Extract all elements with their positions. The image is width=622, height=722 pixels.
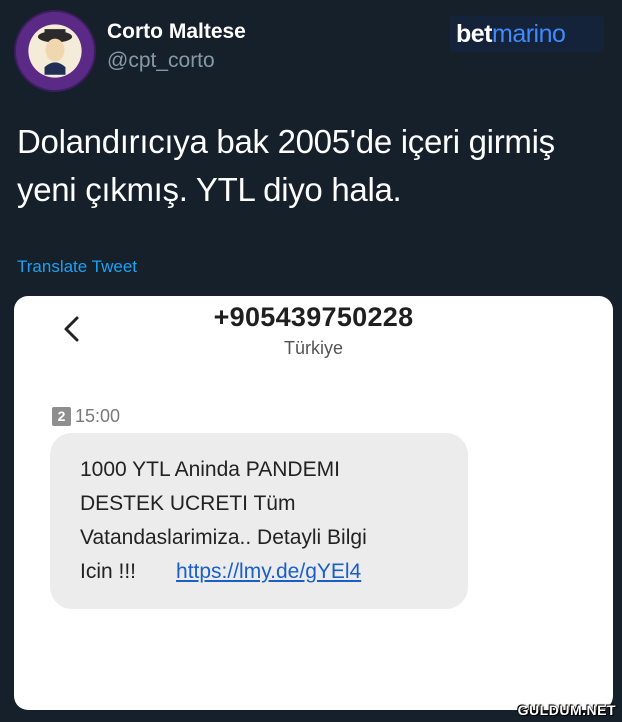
message-line: DESTEK UCRETI Tüm [80, 492, 296, 515]
message-bubble[interactable]: 1000 YTL Aninda PANDEMI DESTEK UCRETI Tü… [50, 433, 468, 609]
sms-phone-number: +905439750228 [213, 302, 414, 332]
tweet-text-line: Dolandırıcıya bak 2005'de içeri girmiş [17, 123, 555, 160]
watermark: GULDUM.NET [517, 702, 616, 718]
message-link[interactable]: https://lmy.de/gYEl4 [176, 560, 361, 583]
brand-logo: betmarino [450, 16, 604, 52]
tweet-header: Corto Maltese @cpt_corto betmarino [0, 0, 622, 100]
message-line: 1000 YTL Aninda PANDEMI [80, 458, 340, 481]
brand-logo-part1: bet [456, 20, 493, 48]
brand-logo-part2: marino [492, 20, 566, 48]
message-line: Icin !!! [80, 560, 137, 583]
tweet-text-line: yeni çıkmış. YTL diyo hala. [17, 171, 402, 208]
sms-screenshot: +905439750228 Türkiye 2 15:00 1000 YTL A… [14, 296, 613, 710]
message-time: 15:00 [75, 406, 121, 426]
message-line-with-link: Icin !!! https://lmy.de/gYEl4 [80, 555, 444, 589]
avatar-badge-icon [16, 12, 94, 90]
author-handle[interactable]: @cpt_corto [107, 49, 215, 73]
author-display-name[interactable]: Corto Maltese [107, 20, 246, 44]
sms-country: Türkiye [283, 338, 343, 358]
avatar[interactable] [14, 10, 96, 92]
message-line: Vatandaslarimiza.. Detayli Bilgi [80, 526, 367, 549]
tweet-text: Dolandırıcıya bak 2005'de içeri girmiş y… [17, 118, 607, 214]
translate-tweet-link[interactable]: Translate Tweet [17, 257, 137, 277]
sim-badge-icon: 2 [52, 407, 71, 426]
